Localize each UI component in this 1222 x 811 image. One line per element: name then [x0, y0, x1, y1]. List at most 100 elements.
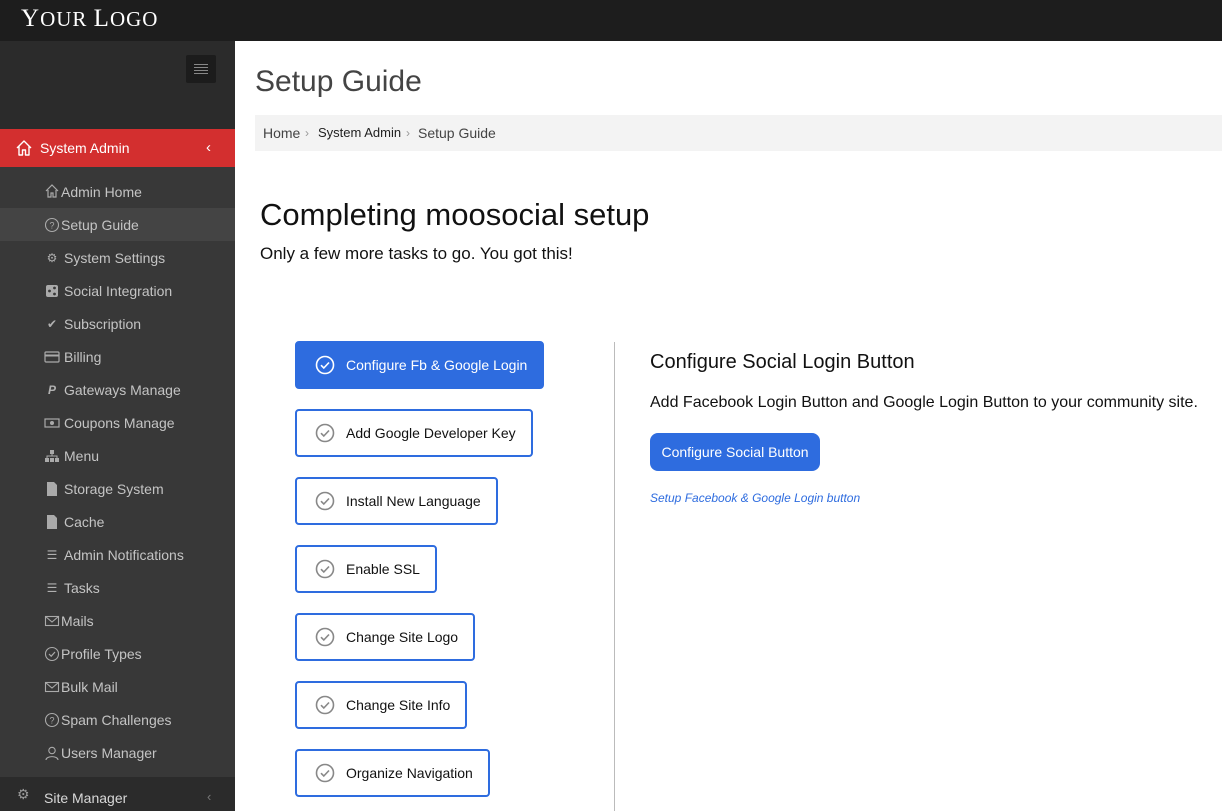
sidebar-item-label: Profile Types — [61, 646, 142, 662]
sidebar-item-label: Menu — [64, 448, 100, 464]
sidebar-item-label: Social Integration — [64, 283, 173, 299]
task-configure-fb-google-login[interactable]: Configure Fb & Google Login — [295, 341, 544, 389]
breadcrumb-system-admin[interactable]: System Admin — [318, 125, 401, 140]
sidebar-item-label: Coupons Manage — [64, 415, 175, 431]
sidebar-item-mails[interactable]: Mails — [0, 604, 235, 637]
file-icon — [47, 515, 57, 529]
envelope-icon — [44, 615, 60, 627]
sidebar-item-system-settings[interactable]: ⚙ System Settings — [0, 241, 235, 274]
check-circle-icon — [315, 695, 335, 715]
sitemap-icon — [45, 450, 59, 462]
task-label: Enable SSL — [346, 561, 420, 577]
sidebar-item-menu[interactable]: Menu — [0, 439, 235, 472]
sidebar-item-setup-guide[interactable]: ? Setup Guide — [0, 208, 235, 241]
sidebar-item-label: Subscription — [64, 316, 142, 332]
check-circle-icon — [315, 355, 335, 375]
setup-subheading: Only a few more tasks to go. You got thi… — [260, 244, 573, 263]
chevron-right-icon: › — [305, 126, 309, 140]
check-icon: ✔ — [46, 317, 58, 331]
page-title: Setup Guide — [255, 65, 422, 98]
task-label: Change Site Info — [346, 697, 451, 713]
user-icon — [45, 746, 59, 761]
list-icon: ☰ — [46, 548, 58, 562]
vertical-divider — [614, 342, 615, 811]
sidebar-item-label: Mails — [61, 613, 94, 629]
setup-heading: Completing moosocial setup — [260, 197, 650, 232]
question-circle-icon: ? — [44, 712, 60, 728]
money-icon — [44, 418, 60, 428]
site-logo[interactable]: YOUR LOGO — [21, 5, 158, 33]
task-install-new-language[interactable]: Install New Language — [295, 477, 498, 525]
task-change-site-info[interactable]: Change Site Info — [295, 681, 467, 729]
sidebar-section-label: System Admin — [40, 140, 130, 156]
sidebar-item-profile-types[interactable]: Profile Types — [0, 637, 235, 670]
sidebar-item-subscription[interactable]: ✔ Subscription — [0, 307, 235, 340]
home-icon — [16, 140, 32, 156]
sidebar-item-bulk-mail[interactable]: Bulk Mail — [0, 670, 235, 703]
sidebar-item-label: Cache — [64, 514, 105, 530]
task-label: Organize Navigation — [346, 765, 473, 781]
sidebar-item-cache[interactable]: Cache — [0, 505, 235, 538]
sidebar-section-label: Site Manager — [44, 790, 128, 806]
sidebar-item-label: Admin Notifications — [64, 547, 184, 563]
file-icon — [47, 482, 57, 496]
question-circle-icon: ? — [44, 217, 60, 233]
task-organize-navigation[interactable]: Organize Navigation — [295, 749, 490, 797]
chevron-left-icon[interactable]: ‹ — [207, 789, 211, 804]
task-label: Install New Language — [346, 493, 481, 509]
sidebar-item-label: Billing — [64, 349, 102, 365]
check-circle-icon — [315, 559, 335, 579]
task-label: Add Google Developer Key — [346, 425, 516, 441]
sidebar-item-tasks[interactable]: ☰ Tasks — [0, 571, 235, 604]
sidebar-item-admin-notifications[interactable]: ☰ Admin Notifications — [0, 538, 235, 571]
task-enable-ssl[interactable]: Enable SSL — [295, 545, 437, 593]
sidebar-item-coupons-manage[interactable]: Coupons Manage — [0, 406, 235, 439]
sidebar-item-label: Gateways Manage — [64, 382, 181, 398]
sidebar-item-spam-challenges[interactable]: ? Spam Challenges — [0, 703, 235, 736]
sidebar-item-gateways-manage[interactable]: P Gateways Manage — [0, 373, 235, 406]
configure-social-button[interactable]: Configure Social Button — [650, 433, 820, 471]
sidebar-item-label: Storage System — [64, 481, 164, 497]
share-icon — [46, 285, 58, 297]
chevron-left-icon[interactable]: ‹ — [206, 139, 211, 156]
check-circle-icon — [44, 646, 60, 662]
check-circle-icon — [315, 627, 335, 647]
svg-text:?: ? — [49, 221, 54, 231]
menu-toggle-icon[interactable] — [186, 55, 216, 83]
check-circle-icon — [315, 763, 335, 783]
sidebar: System Admin ‹ Admin Home ? Setup Guide … — [0, 41, 235, 811]
sidebar-item-users-manager[interactable]: Users Manager — [0, 736, 235, 769]
task-change-site-logo[interactable]: Change Site Logo — [295, 613, 475, 661]
setup-help-link[interactable]: Setup Facebook & Google Login button — [650, 491, 860, 505]
gear-icon: ⚙ — [46, 251, 58, 265]
home-icon — [45, 184, 59, 198]
envelope-icon — [44, 681, 60, 693]
check-circle-icon — [315, 423, 335, 443]
sidebar-section-site-manager[interactable]: ⚙ Site Manager ‹ — [0, 777, 235, 811]
sidebar-item-label: Admin Home — [61, 184, 142, 200]
sidebar-submenu: Admin Home ? Setup Guide ⚙ System Settin… — [0, 167, 235, 777]
check-circle-icon — [315, 491, 335, 511]
credit-card-icon — [44, 351, 60, 363]
sidebar-item-label: System Settings — [64, 250, 166, 266]
sidebar-item-social-integration[interactable]: Social Integration — [0, 274, 235, 307]
task-label: Change Site Logo — [346, 629, 459, 645]
sidebar-item-admin-home[interactable]: Admin Home — [0, 175, 235, 208]
sidebar-item-storage-system[interactable]: Storage System — [0, 472, 235, 505]
detail-title: Configure Social Login Button — [650, 351, 915, 373]
sidebar-item-label: Bulk Mail — [61, 679, 118, 695]
sidebar-section-system-admin[interactable]: System Admin ‹ — [0, 129, 235, 167]
list-icon: ☰ — [46, 581, 58, 595]
task-label: Configure Fb & Google Login — [346, 357, 528, 373]
breadcrumb: Home › System Admin › Setup Guide — [255, 115, 1222, 151]
breadcrumb-current: Setup Guide — [418, 125, 496, 141]
sidebar-item-label: Spam Challenges — [61, 712, 172, 728]
task-add-google-developer-key[interactable]: Add Google Developer Key — [295, 409, 533, 457]
sidebar-item-billing[interactable]: Billing — [0, 340, 235, 373]
sidebar-item-label: Setup Guide — [61, 217, 139, 233]
sidebar-item-label: Tasks — [64, 580, 100, 596]
breadcrumb-home[interactable]: Home — [263, 125, 300, 141]
paypal-icon: P — [47, 383, 56, 397]
detail-description: Add Facebook Login Button and Google Log… — [650, 394, 1198, 411]
svg-text:?: ? — [49, 716, 54, 726]
